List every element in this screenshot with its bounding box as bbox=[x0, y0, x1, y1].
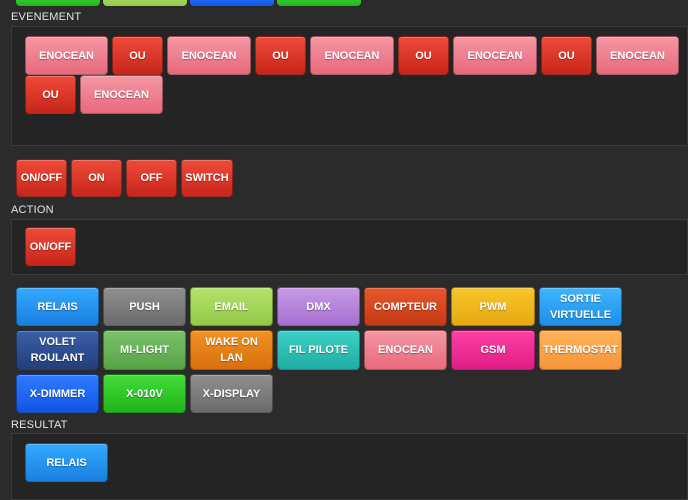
event-item-ou[interactable]: OU bbox=[25, 75, 76, 114]
result-panel: RELAIS bbox=[11, 433, 688, 500]
event-item-ou[interactable]: OU bbox=[398, 36, 449, 75]
result-item-relais[interactable]: RELAIS bbox=[25, 443, 108, 482]
section-label-evenement: EVENEMENT bbox=[11, 11, 82, 23]
action-selected-on-off[interactable]: ON/OFF bbox=[25, 227, 76, 266]
palette-button-partial[interactable] bbox=[103, 0, 187, 6]
palette-volet-roulant-button[interactable]: VOLET ROULANT bbox=[16, 330, 99, 370]
palette-dmx-button[interactable]: DMX bbox=[277, 287, 360, 326]
palette-sortie-virtuelle-button[interactable]: SORTIE VIRTUELLE bbox=[539, 287, 622, 326]
palette-email-button[interactable]: EMAIL bbox=[190, 287, 273, 326]
palette-thermostat-button[interactable]: THERMOSTAT bbox=[539, 330, 622, 370]
event-item-ou[interactable]: OU bbox=[255, 36, 306, 75]
palette-relais-button[interactable]: RELAIS bbox=[16, 287, 99, 326]
event-item-ou[interactable]: OU bbox=[112, 36, 163, 75]
palette-enocean-button[interactable]: ENOCEAN bbox=[364, 330, 447, 370]
section-label-action: ACTION bbox=[11, 204, 54, 216]
palette-button-partial[interactable] bbox=[190, 0, 274, 6]
event-panel: ENOCEAN OU ENOCEAN OU ENOCEAN OU ENOCEAN… bbox=[11, 26, 688, 146]
palette-pwm-button[interactable]: PWM bbox=[451, 287, 535, 326]
action-option-switch[interactable]: SWITCH bbox=[181, 159, 233, 197]
palette-fil-pilote-button[interactable]: FIL PILOTE bbox=[277, 330, 360, 370]
palette-wake-on-lan-button[interactable]: WAKE ON LAN bbox=[190, 330, 273, 370]
palette-x-010v-button[interactable]: X-010V bbox=[103, 374, 186, 413]
action-option-on-off[interactable]: ON/OFF bbox=[16, 159, 67, 197]
palette-button-partial[interactable] bbox=[277, 0, 361, 6]
action-option-off[interactable]: OFF bbox=[126, 159, 177, 197]
palette-gsm-button[interactable]: GSM bbox=[451, 330, 535, 370]
event-item-enocean[interactable]: ENOCEAN bbox=[596, 36, 679, 75]
event-item-enocean[interactable]: ENOCEAN bbox=[310, 36, 394, 75]
event-item-enocean[interactable]: ENOCEAN bbox=[80, 75, 163, 114]
action-panel: ON/OFF bbox=[11, 219, 688, 275]
event-item-enocean[interactable]: ENOCEAN bbox=[453, 36, 537, 75]
event-item-enocean[interactable]: ENOCEAN bbox=[25, 36, 108, 75]
palette-button-partial[interactable] bbox=[16, 0, 100, 6]
palette-x-dimmer-button[interactable]: X-DIMMER bbox=[16, 374, 99, 413]
palette-push-button[interactable]: PUSH bbox=[103, 287, 186, 326]
action-option-on[interactable]: ON bbox=[71, 159, 122, 197]
palette-x-display-button[interactable]: X-DISPLAY bbox=[190, 374, 273, 413]
palette-mi-light-button[interactable]: MI-LIGHT bbox=[103, 330, 186, 370]
event-item-enocean[interactable]: ENOCEAN bbox=[167, 36, 251, 75]
event-item-ou[interactable]: OU bbox=[541, 36, 592, 75]
section-label-resultat: RESULTAT bbox=[11, 419, 68, 431]
palette-compteur-button[interactable]: COMPTEUR bbox=[364, 287, 447, 326]
